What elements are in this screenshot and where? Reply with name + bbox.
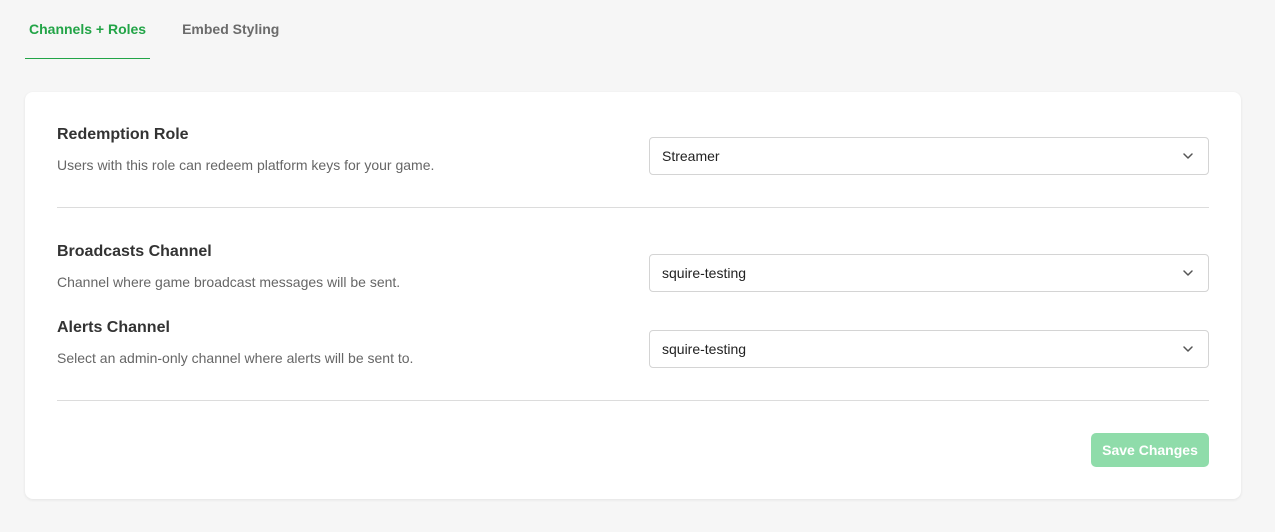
settings-card: Redemption Role Users with this role can… xyxy=(25,92,1241,499)
settings-tabs: Channels + Roles Embed Styling xyxy=(25,0,283,59)
section-divider xyxy=(57,400,1209,401)
broadcasts-channel-value: squire-testing xyxy=(662,265,747,281)
redemption-role-label: Redemption Role xyxy=(57,126,189,143)
section-divider xyxy=(57,207,1209,208)
redemption-role-description: Users with this role can redeem platform… xyxy=(57,157,435,173)
broadcasts-channel-label: Broadcasts Channel xyxy=(57,243,212,260)
broadcasts-channel-description: Channel where game broadcast messages wi… xyxy=(57,274,401,290)
alerts-channel-select[interactable]: squire-testing xyxy=(649,330,1209,368)
chevron-down-icon xyxy=(1183,153,1193,159)
alerts-channel-label: Alerts Channel xyxy=(57,319,170,336)
tab-channels-roles[interactable]: Channels + Roles xyxy=(25,0,151,59)
save-changes-button[interactable]: Save Changes xyxy=(1091,433,1209,467)
chevron-down-icon xyxy=(1183,270,1193,276)
alerts-channel-value: squire-testing xyxy=(662,341,747,357)
broadcasts-channel-select[interactable]: squire-testing xyxy=(649,254,1209,292)
redemption-role-select[interactable]: Streamer xyxy=(649,137,1209,175)
chevron-down-icon xyxy=(1183,346,1193,352)
redemption-role-value: Streamer xyxy=(662,148,720,164)
tab-embed-styling[interactable]: Embed Styling xyxy=(178,0,283,59)
alerts-channel-description: Select an admin-only channel where alert… xyxy=(57,350,414,366)
